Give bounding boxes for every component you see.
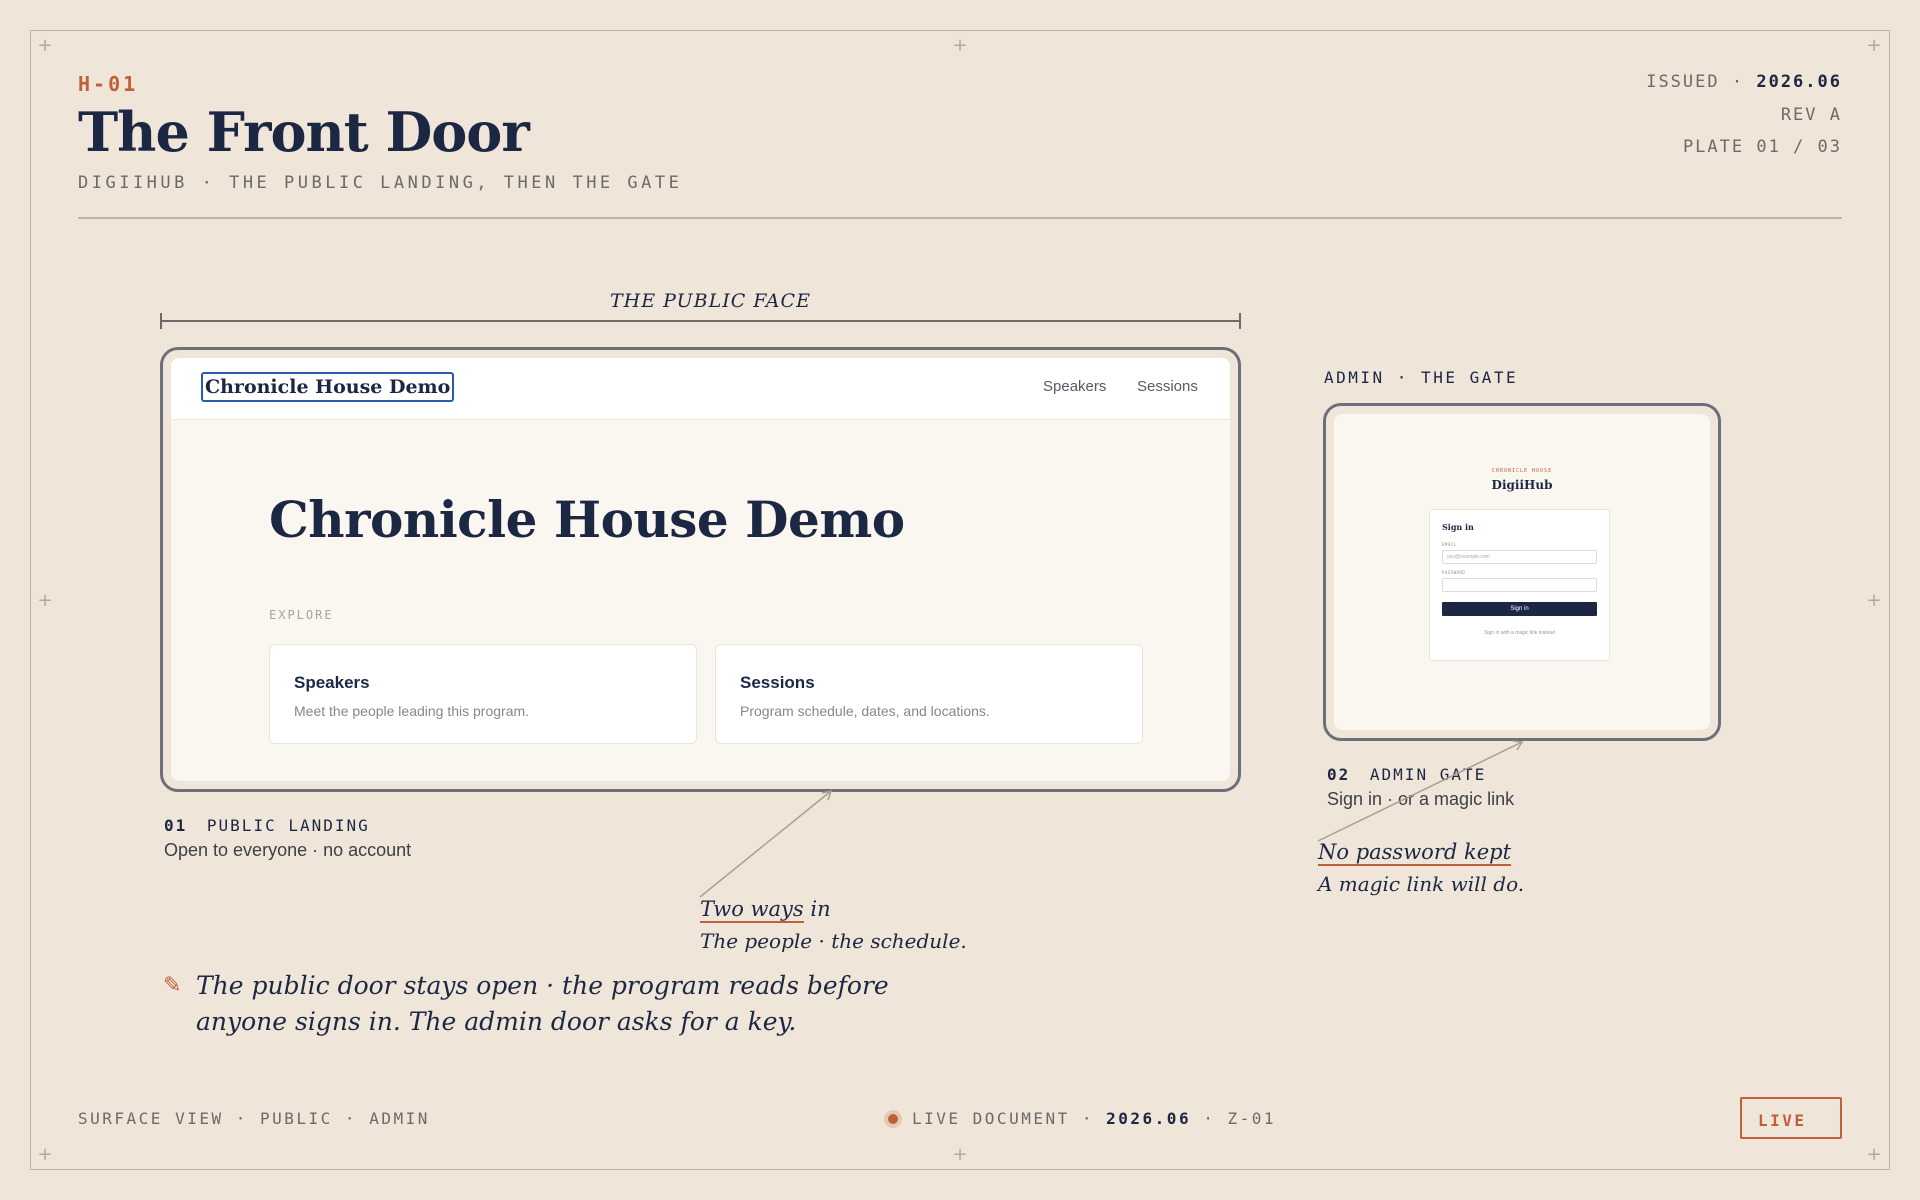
note-two-ways-underlined: Two ways (700, 897, 804, 923)
footer-zone: · Z-01 (1203, 1109, 1277, 1128)
footer-surface-view: SURFACE VIEW · PUBLIC · ADMIN (78, 1109, 430, 1128)
live-dot-icon (884, 1109, 902, 1128)
note-two-ways-sub: The people · the schedule. (700, 929, 967, 953)
leader-line-public (699, 790, 832, 898)
note-no-password-underlined: No password kept (1318, 840, 1512, 866)
footer-live-document: LIVE DOCUMENT · 2026.06 · Z-01 (884, 1109, 1276, 1128)
footer-date: 2026.06 (1106, 1109, 1192, 1128)
footer-live-label: LIVE DOCUMENT · (912, 1109, 1094, 1128)
closing-note-line: anyone signs in. The admin door asks for… (196, 1007, 797, 1036)
note-no-password: No password kept (1318, 840, 1512, 866)
leader-line-admin (1317, 741, 1523, 842)
live-badge: LIVE (1740, 1097, 1842, 1139)
note-no-password-sub: A magic link will do. (1318, 872, 1525, 896)
closing-note: The public door stays open · the program… (196, 968, 956, 1040)
pencil-icon: ✎ (163, 972, 182, 997)
note-two-ways: Two ways in (700, 897, 831, 923)
note-two-ways-rest: in (803, 897, 831, 921)
closing-note-line: The public door stays open · the program… (196, 971, 889, 1000)
